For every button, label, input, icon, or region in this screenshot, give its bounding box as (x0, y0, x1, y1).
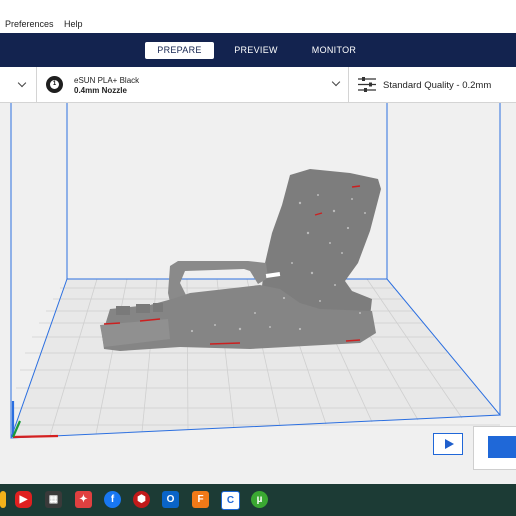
menu-help[interactable]: Help (64, 19, 83, 29)
menu-bar: Preferences Help (0, 15, 516, 33)
material-name: eSUN PLA+ Black (74, 76, 140, 85)
x-axis-indicator (12, 434, 59, 439)
chevron-down-icon (331, 77, 341, 87)
tab-preview[interactable]: PREVIEW (226, 42, 286, 59)
red-hex-app-icon[interactable]: ⬢ (133, 491, 150, 508)
orange-f-app-icon[interactable]: F (192, 491, 209, 508)
taskbar-folder-icon[interactable] (0, 491, 6, 508)
pistol-model (100, 169, 381, 351)
red-app-icon[interactable]: ✦ (75, 491, 92, 508)
preview-play-button[interactable] (433, 433, 463, 455)
extruder-icon: 1 (46, 76, 63, 93)
stage-header: PREPARE PREVIEW MONITOR (0, 33, 516, 67)
cura-icon[interactable]: C (221, 491, 240, 510)
divider (36, 67, 37, 102)
tab-monitor[interactable]: MONITOR (303, 42, 365, 59)
sliders-icon (358, 77, 376, 92)
build-volume-scene (10, 103, 502, 439)
outlook-icon[interactable]: O (162, 491, 179, 508)
utorrent-icon[interactable]: µ (251, 491, 268, 508)
3d-viewport[interactable] (0, 103, 516, 484)
settings-bar: 1 eSUN PLA+ Black 0.4mm Nozzle Standard … (0, 67, 516, 103)
printer-dropdown-chevron-icon[interactable] (17, 78, 27, 88)
facebook-icon[interactable]: f (104, 491, 121, 508)
calculator-icon[interactable]: ▦ (45, 491, 62, 508)
quality-label: Standard Quality - 0.2mm (383, 80, 492, 91)
youtube-icon[interactable]: ▶ (15, 491, 32, 508)
menu-preferences[interactable]: Preferences (5, 19, 54, 29)
nozzle-size: 0.4mm Nozzle (74, 86, 127, 95)
extruder-number: 1 (50, 80, 59, 89)
slice-button[interactable] (488, 436, 516, 458)
tab-prepare[interactable]: PREPARE (145, 42, 214, 59)
divider (348, 67, 349, 102)
play-icon (445, 439, 454, 449)
